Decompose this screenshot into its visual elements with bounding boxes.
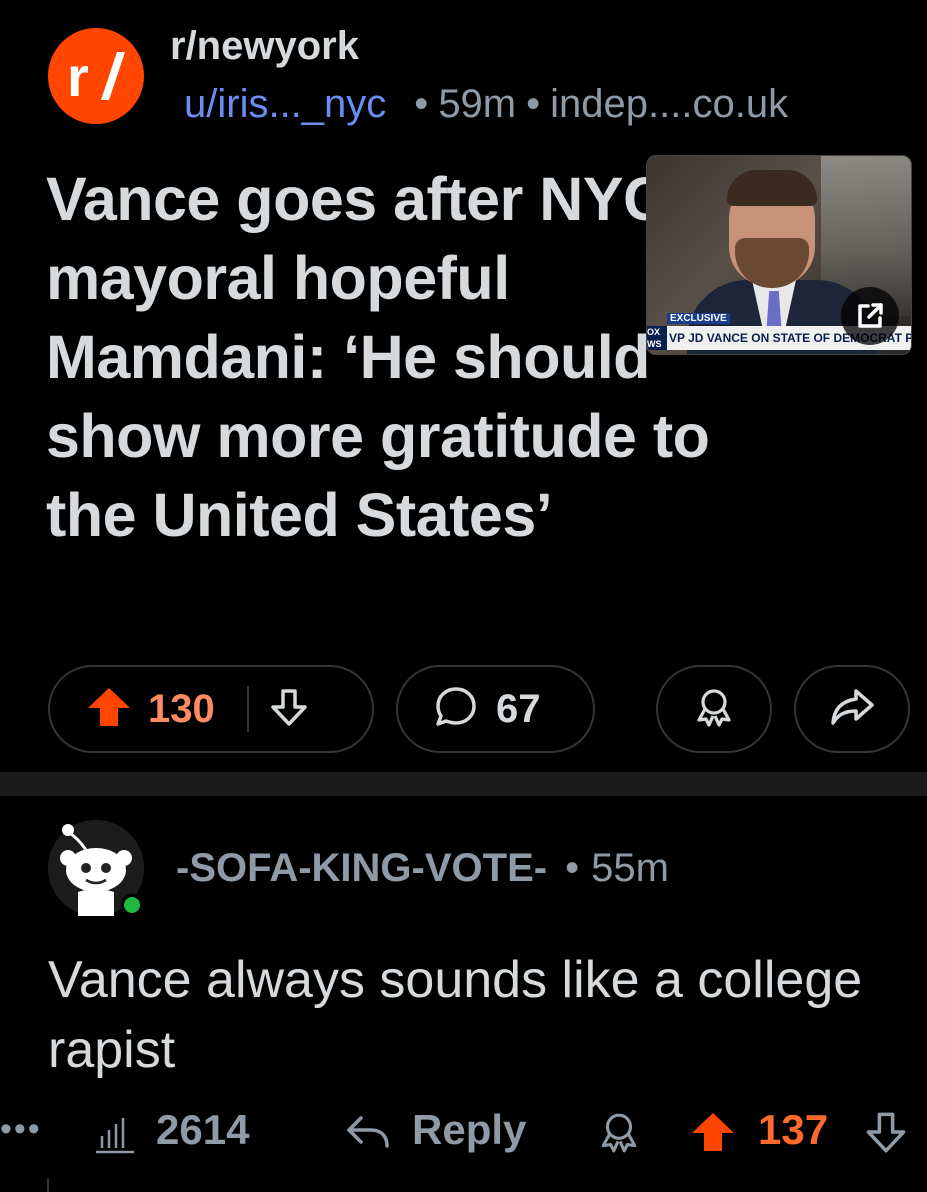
comment-stats-count: 2614	[156, 1106, 250, 1153]
award-icon[interactable]	[597, 1110, 641, 1159]
upvote-icon[interactable]	[690, 1110, 736, 1159]
more-options-button[interactable]: •••	[0, 1110, 42, 1149]
svg-text:r: r	[67, 48, 89, 104]
stats-icon[interactable]	[92, 1114, 136, 1159]
subreddit-icon[interactable]: r	[48, 28, 144, 124]
award-icon	[693, 686, 735, 733]
share-icon	[830, 687, 874, 732]
downvote-icon[interactable]	[269, 687, 309, 732]
post-meta: u/iris..._nyc • 59m • indep....co.uk	[170, 82, 788, 127]
subreddit-name[interactable]: r/newyork	[170, 24, 359, 69]
comments-button[interactable]: 67	[396, 665, 595, 753]
expand-icon[interactable]	[841, 287, 899, 345]
vote-divider	[246, 686, 249, 732]
post-thumbnail[interactable]: EXCLUSIVE VP JD VANCE ON STATE OF DEMOCR…	[646, 155, 912, 355]
section-divider	[0, 772, 927, 796]
thumbnail-badge: EXCLUSIVE	[667, 313, 730, 324]
meta-separator: •	[565, 846, 580, 890]
reply-button[interactable]: Reply	[412, 1106, 526, 1154]
award-button[interactable]	[656, 665, 772, 753]
post-upvote-count: 130	[148, 686, 215, 731]
thread-line	[47, 1178, 49, 1192]
share-button[interactable]	[794, 665, 910, 753]
comment-body: Vance always sounds like a college rapis…	[48, 951, 863, 1079]
comments-count: 67	[496, 686, 541, 731]
comment-upvote-count: 137	[758, 1106, 829, 1153]
thumbnail-network-logo: OX WS	[647, 326, 667, 350]
comment-icon	[434, 685, 478, 734]
post-domain[interactable]: indep....co.uk	[550, 82, 788, 126]
post-author[interactable]: u/iris..._nyc	[184, 82, 386, 126]
meta-separator: •	[414, 82, 429, 126]
post-vote-pill: 130	[48, 665, 374, 753]
thumbnail-hair	[727, 170, 817, 206]
post-age: 59m	[438, 82, 517, 126]
online-status-dot	[121, 894, 143, 916]
meta-separator: •	[526, 82, 541, 126]
comment-age: 55m	[591, 846, 669, 890]
upvote-icon[interactable]	[86, 686, 132, 733]
comment-author[interactable]: -SOFA-KING-VOTE-	[176, 846, 547, 890]
comment-meta: -SOFA-KING-VOTE- • 55m	[176, 846, 669, 891]
downvote-icon[interactable]	[864, 1110, 908, 1159]
reply-icon[interactable]	[345, 1112, 391, 1157]
